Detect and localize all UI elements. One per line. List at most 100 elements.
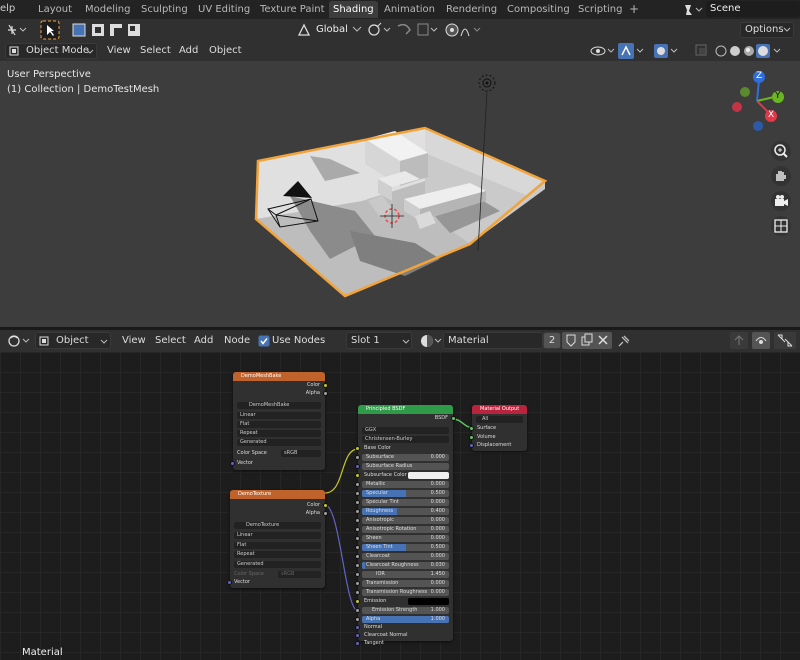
transmission-roughness-slider[interactable]: Transmission Roughness 0.000 [362,589,449,596]
material-output-node[interactable]: Material Output All Surface Volume Displ… [469,405,527,451]
node-editor-canvas[interactable]: DemoMeshBake Color Alpha DemoMeshBake Li… [0,352,800,660]
select-tool-icon[interactable] [40,20,60,40]
tab-rendering[interactable]: Rendering [442,1,501,18]
image-selector[interactable]: DemoTexture [234,522,321,529]
material-browse-icon[interactable] [419,333,443,349]
node-select-menu[interactable]: Select [151,333,190,349]
alpha-socket[interactable] [355,617,360,622]
principled-bsdf-node[interactable]: Principled BSDF BSDF GGX Christensen-Bur… [355,405,456,646]
tab-scripting[interactable]: Scripting [574,1,626,18]
tab-compositing[interactable]: Compositing [503,1,574,18]
tangent-socket[interactable] [355,641,360,646]
selection-mode-icons[interactable] [72,22,148,38]
editor-type-icon[interactable] [6,22,30,38]
roughness-socket[interactable] [355,509,360,514]
snapping-proportional-icons[interactable] [366,22,486,38]
material-users-count[interactable]: 2 [543,332,561,349]
source-dropdown[interactable]: Generated [237,439,321,446]
tab-sculpting[interactable]: Sculpting [137,1,192,18]
node-title-bsdf[interactable]: Principled BSDF [358,405,453,414]
transmission-socket[interactable] [355,581,360,586]
node-menu[interactable]: Node [220,333,254,349]
pin-icon[interactable] [616,333,632,349]
anisotropic-slider[interactable]: Anisotropic 0.000 [362,517,449,524]
base-color-socket[interactable] [355,446,360,451]
node-title-output[interactable]: Material Output [472,405,527,414]
shader-editor-icon[interactable] [7,333,31,349]
anisotropic-rotation-slider[interactable]: Anisotropic Rotation 0.000 [362,526,449,533]
metallic-slider[interactable]: Metallic 0.000 [362,481,449,488]
tab-animation[interactable]: Animation [380,1,439,18]
clearcoat-socket[interactable] [355,554,360,559]
transmission-roughness-socket[interactable] [355,590,360,595]
subsurface-color-swatch[interactable] [408,472,449,479]
projection-dropdown[interactable]: Flat [234,542,321,549]
emission-color-swatch[interactable] [408,598,449,605]
alpha-slider[interactable]: Alpha 1.000 [362,616,449,623]
zoom-icon[interactable] [770,140,792,162]
sheen-socket[interactable] [355,536,360,541]
pan-hand-icon[interactable] [770,165,792,187]
view-menu[interactable]: View [103,43,135,59]
subsurface-radius-socket[interactable] [355,464,360,469]
interpolation-dropdown[interactable]: Linear [237,412,321,419]
object-menu[interactable]: Object [205,43,246,59]
image-selector[interactable]: DemoMeshBake [237,402,321,409]
ior-socket[interactable] [355,572,360,577]
projection-dropdown[interactable]: Flat [237,421,321,428]
clearcoat-roughness-socket[interactable] [355,563,360,568]
input-vector-socket[interactable] [227,580,232,585]
use-nodes-label[interactable]: Use Nodes [268,333,329,349]
sheen-slider[interactable]: Sheen 0.000 [362,535,449,542]
camera-view-icon[interactable] [770,190,792,212]
output-color-socket[interactable] [323,383,328,388]
ior-field[interactable]: IOR 1.450 [362,571,449,578]
tab-shading[interactable]: Shading [329,1,378,18]
source-dropdown[interactable]: Generated [234,561,321,568]
color-space-dropdown[interactable]: sRGB [281,450,321,457]
color-space-dropdown[interactable]: sRGB [278,571,321,578]
specular-tint-socket[interactable] [355,500,360,505]
material-actions-icons[interactable] [562,332,612,350]
tab-modeling[interactable]: Modeling [81,1,135,18]
subsurface-slider[interactable]: Subsurface 0.000 [362,454,449,461]
specular-slider[interactable]: Specular 0.500 [362,490,449,497]
tab-texture-paint[interactable]: Texture Paint [256,1,329,18]
surface-socket[interactable] [469,426,474,431]
node-add-menu[interactable]: Add [190,333,217,349]
node-view-menu[interactable]: View [118,333,150,349]
tab-layout[interactable]: Layout [34,1,76,18]
tab-uv-editing[interactable]: UV Editing [194,1,254,18]
clearcoat-slider[interactable]: Clearcoat 0.000 [362,553,449,560]
output-bsdf-socket[interactable] [451,416,456,421]
anisotropic-rotation-socket[interactable] [355,527,360,532]
subsurface-color-socket[interactable] [355,473,360,478]
emission-strength-field[interactable]: Emission Strength 1.000 [362,607,449,614]
viewport-display-icons[interactable] [588,42,800,60]
3d-viewport[interactable]: User Perspective (1) Collection | DemoTe… [0,61,800,327]
output-alpha-socket[interactable] [323,511,328,516]
output-target-dropdown[interactable]: All [476,416,523,423]
transmission-slider[interactable]: Transmission 0.000 [362,580,449,587]
scene-icon[interactable] [682,2,704,17]
output-color-socket[interactable] [323,503,328,508]
output-alpha-socket[interactable] [323,391,328,396]
distribution-dropdown[interactable]: GGX [362,427,449,434]
specular-socket[interactable] [355,491,360,496]
metallic-socket[interactable] [355,482,360,487]
image-texture-node-demo[interactable]: DemoTexture Color Alpha DemoTexture Line… [227,490,328,588]
input-vector-socket[interactable] [230,461,235,466]
volume-socket[interactable] [469,435,474,440]
material-name-field[interactable]: Material [443,332,543,349]
extension-dropdown[interactable]: Repeat [234,551,321,558]
subsurface-radius-field[interactable]: Subsurface Radius [362,463,449,470]
transform-orientation-dropdown[interactable]: Global [312,22,352,38]
subsurface-socket[interactable] [355,455,360,460]
extension-dropdown[interactable]: Repeat [237,430,321,437]
anisotropic-socket[interactable] [355,518,360,523]
node-header-right-icons[interactable] [730,332,800,350]
roughness-slider[interactable]: Roughness 0.400 [362,508,449,515]
node-title-bake[interactable]: DemoMeshBake [233,372,325,381]
add-workspace-button[interactable]: + [625,1,643,18]
help-menu[interactable]: elp [0,1,19,17]
